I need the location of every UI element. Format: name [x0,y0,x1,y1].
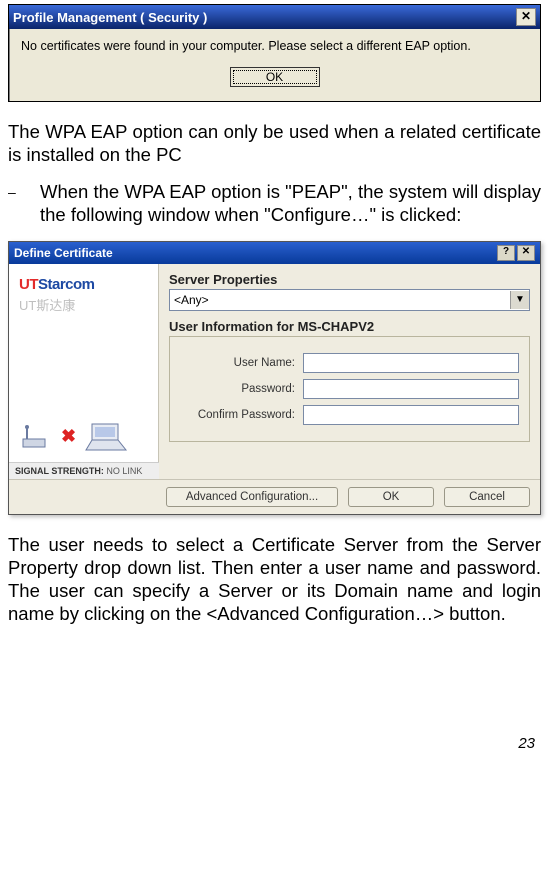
signal-value: NO LINK [106,466,142,476]
dialog-title: Profile Management ( Security ) [13,10,516,25]
access-point-icon [19,423,53,451]
define-certificate-dialog: Define Certificate ? ✕ UTStarcom UT斯达康 [8,241,541,515]
dialog-titlebar: Define Certificate ? ✕ [9,242,540,264]
dialog-button-row: Advanced Configuration... OK Cancel [9,479,540,514]
disconnected-icon: ✖ [61,426,76,447]
help-icon[interactable]: ? [497,245,515,261]
advanced-config-button[interactable]: Advanced Configuration... [166,487,338,507]
laptop-icon [84,422,128,452]
body-paragraph-2: The user needs to select a Certificate S… [8,533,541,626]
dropdown-value: <Any> [174,293,510,307]
ok-button[interactable]: OK [348,487,434,507]
user-info-label: User Information for MS-CHAPV2 [169,319,530,334]
confirm-password-label: Confirm Password: [180,409,303,421]
signal-strength-bar: SIGNAL STRENGTH: NO LINK [9,462,162,479]
brand-cn: UT斯达康 [19,295,152,314]
main-panel: Server Properties <Any> ▼ User Informati… [159,264,540,479]
dialog-title: Define Certificate [14,246,497,260]
brand-logo: UTStarcom [19,276,152,293]
sidebar-panel: UTStarcom UT斯达康 ✖ [9,264,159,479]
list-item: – When the WPA EAP option is "PEAP", the… [8,180,541,226]
password-input[interactable] [303,379,519,399]
server-properties-label: Server Properties [169,272,530,287]
profile-mgmt-dialog: Profile Management ( Security ) ✕ No cer… [8,4,541,102]
username-label: User Name: [180,357,303,369]
list-item-text: When the WPA EAP option is "PEAP", the s… [40,180,541,226]
bullet-marker: – [8,180,40,226]
signal-label: SIGNAL STRENGTH: [15,466,104,476]
confirm-password-input[interactable] [303,405,519,425]
dialog-titlebar: Profile Management ( Security ) ✕ [9,5,540,29]
user-info-group: User Name: Password: Confirm Password: [169,336,530,442]
dialog-body: No certificates were found in your compu… [9,29,540,101]
close-icon[interactable]: ✕ [516,8,536,26]
close-icon[interactable]: ✕ [517,245,535,261]
username-input[interactable] [303,353,519,373]
page-number: 23 [8,735,541,752]
ok-button[interactable]: OK [230,67,320,87]
server-property-dropdown[interactable]: <Any> ▼ [169,289,530,311]
cancel-button[interactable]: Cancel [444,487,530,507]
body-paragraph-1: The WPA EAP option can only be used when… [8,120,541,166]
password-label: Password: [180,383,303,395]
dialog-message: No certificates were found in your compu… [21,39,528,53]
device-status-graphic: ✖ [19,422,152,452]
chevron-down-icon[interactable]: ▼ [510,291,529,309]
